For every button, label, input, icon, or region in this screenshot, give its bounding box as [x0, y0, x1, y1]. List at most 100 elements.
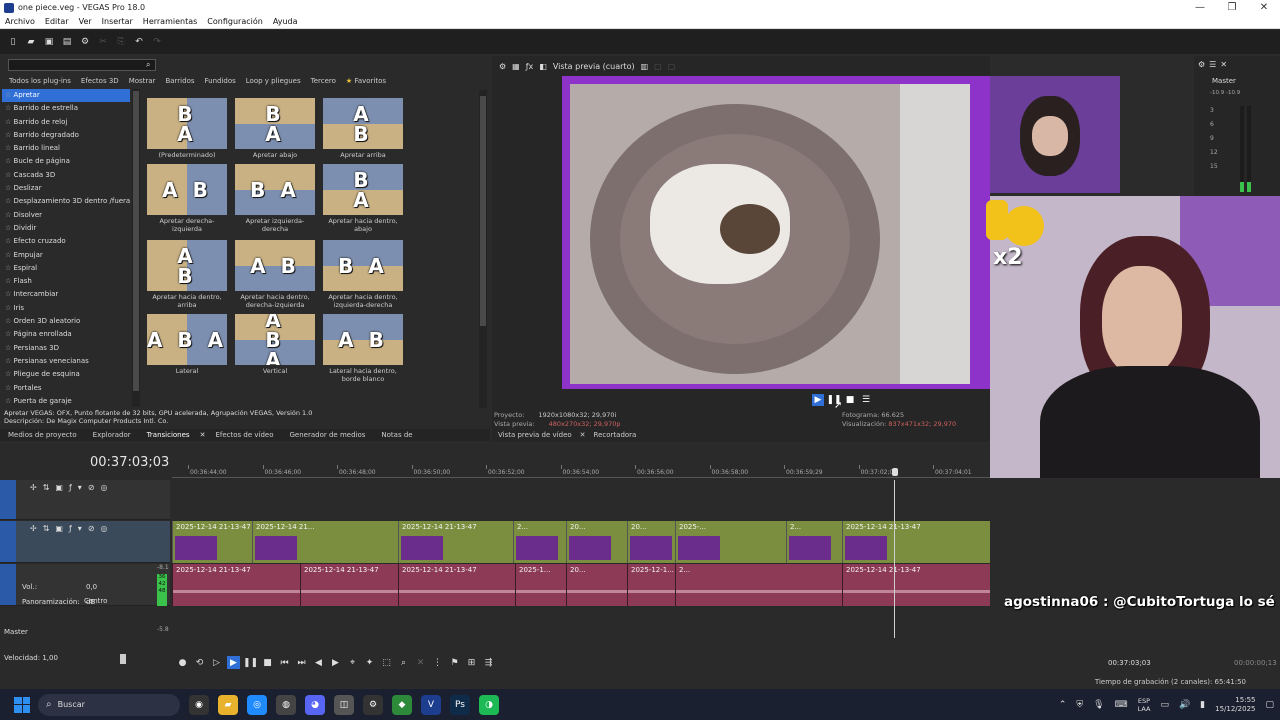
plugin-search-input[interactable]	[8, 59, 156, 71]
compositing-icon[interactable]: ⇅	[43, 483, 50, 492]
chevron-up-icon[interactable]: ⌃	[1059, 700, 1067, 710]
close-button[interactable]: ✕	[1248, 2, 1280, 13]
split-screen-icon[interactable]: ◧	[539, 62, 547, 71]
marker-icon[interactable]: ⚑	[448, 656, 461, 669]
next-frame-icon[interactable]: ▶	[329, 656, 342, 669]
tab-notes[interactable]: Notas de	[373, 431, 420, 439]
chrome-icon[interactable]: ◎	[247, 694, 267, 715]
motion-icon[interactable]: ✢	[30, 524, 37, 533]
pan-value[interactable]: Centro	[84, 594, 107, 609]
menu-herramientas[interactable]: Herramientas	[138, 17, 203, 26]
fx-icon[interactable]: ƒ	[69, 524, 72, 533]
transition-tree-item[interactable]: Barrido de reloj	[2, 116, 130, 129]
pause-icon[interactable]: ❚❚	[243, 656, 258, 669]
transition-tree-item[interactable]: Efecto cruzado	[2, 235, 130, 248]
bypass-icon[interactable]: ▣	[55, 483, 63, 492]
discord-icon[interactable]: ◕	[305, 694, 325, 715]
transition-preset[interactable]: A B Apretar derecha-izquierda	[146, 164, 228, 233]
photoshop-icon[interactable]: Ps	[450, 694, 470, 715]
open-folder-icon[interactable]: ▰	[25, 36, 37, 48]
close-icon[interactable]: ✕	[198, 431, 208, 439]
delete-icon[interactable]: ✕	[414, 656, 427, 669]
language-indicator[interactable]: ESP LAA	[1138, 697, 1151, 713]
transition-preset[interactable]: B A (Predeterminado)	[146, 98, 228, 159]
loop-icon[interactable]: ⟲	[193, 656, 206, 669]
obs-icon[interactable]: ◍	[276, 694, 296, 715]
tab-transitions[interactable]: Transiciones	[139, 431, 198, 439]
expand-icon[interactable]: ▾	[78, 483, 82, 492]
bypass-icon[interactable]: ▣	[55, 524, 63, 533]
video-clip[interactable]: 2...	[513, 521, 566, 563]
transition-tree-item[interactable]: Flash	[2, 275, 130, 288]
video-clip[interactable]: 2025-12-14 21...	[252, 521, 398, 563]
app-icon[interactable]: ◫	[334, 694, 354, 715]
snap-icon[interactable]: ⊞	[465, 656, 478, 669]
maximize-button[interactable]: ❐	[1216, 2, 1248, 13]
envelope-tool-icon[interactable]: ✦	[363, 656, 376, 669]
go-to-start-icon[interactable]: ⏮	[278, 656, 291, 669]
tree-scrollbar[interactable]	[132, 89, 140, 407]
transition-preset[interactable]: A B Apretar hacia dentro, arriba	[146, 240, 228, 309]
vegas-taskbar-icon[interactable]: V	[421, 694, 441, 715]
master-close-icon[interactable]: ✕	[1220, 60, 1227, 69]
windows-start-icon[interactable]	[14, 696, 30, 713]
compositing-icon[interactable]: ⇅	[43, 524, 50, 533]
video-clip[interactable]: 2025-12-14 21-13-47	[842, 521, 921, 563]
selection-tool-icon[interactable]: ⬚	[380, 656, 393, 669]
transition-tree-item[interactable]: Empujar	[2, 249, 130, 262]
transition-preset[interactable]: A B Lateral hacia dentro, borde blanco	[322, 314, 404, 383]
video-clip[interactable]: 2...	[786, 521, 842, 563]
copy-icon[interactable]: ⎘	[115, 36, 127, 48]
menu-ayuda[interactable]: Ayuda	[268, 17, 303, 26]
audio-clip[interactable]: 2025-12-14 21-13-47	[300, 564, 398, 606]
notifications-icon[interactable]: ▢	[1265, 700, 1274, 710]
category-tab-favorites[interactable]: Favoritos	[341, 77, 391, 85]
audio-clip[interactable]: 20...	[566, 564, 627, 606]
transition-tree-item[interactable]: Bucle de página	[2, 155, 130, 168]
speed-slider-knob[interactable]	[120, 654, 126, 664]
preview-device-icon[interactable]: ▦	[512, 62, 520, 71]
transition-tree-item[interactable]: Apretar	[2, 89, 130, 103]
file-explorer-icon[interactable]: ▰	[218, 694, 238, 715]
menu-insertar[interactable]: Insertar	[97, 17, 138, 26]
play-icon[interactable]: ▶	[812, 394, 824, 406]
play-icon[interactable]: ▶	[227, 656, 240, 669]
xbox-icon[interactable]: ◆	[392, 694, 412, 715]
transition-tree-item[interactable]: Persianas 3D	[2, 342, 130, 355]
menu-archivo[interactable]: Archivo	[0, 17, 40, 26]
presets-scrollbar[interactable]	[479, 90, 487, 408]
video-clip[interactable]: 20...	[627, 521, 675, 563]
transition-tree-item[interactable]: Iris	[2, 302, 130, 315]
transition-tree-item[interactable]: Puerta de garaje	[2, 395, 130, 407]
menu-ver[interactable]: Ver	[74, 17, 97, 26]
motion-icon[interactable]: ✢	[30, 483, 37, 492]
settings-icon[interactable]: ⚙	[363, 694, 383, 715]
transition-preset[interactable]: A B Apretar hacia dentro, derecha-izquier…	[234, 240, 316, 309]
menu-icon[interactable]: ☰	[860, 394, 872, 406]
audio-clip[interactable]: 2025-1...	[515, 564, 566, 606]
transition-preset[interactable]: A B A Vertical	[234, 314, 316, 375]
zoom-tool-icon[interactable]: ⌕	[397, 656, 410, 669]
microphone-icon[interactable]: 🎙	[1093, 700, 1104, 710]
transition-tree-item[interactable]: Intercambiar	[2, 288, 130, 301]
transition-tree-item[interactable]: Cascada 3D	[2, 169, 130, 182]
transition-preset[interactable]: B A Apretar izquierda-derecha	[234, 164, 316, 233]
video-clip[interactable]: 2025-...	[675, 521, 786, 563]
time-ruler[interactable]: 00:36:44;00 00:36:46;00 00:36:48;00 00:36:5…	[172, 464, 990, 478]
transition-tree-item[interactable]: Barrido degradado	[2, 129, 130, 142]
expand-icon[interactable]: ▾	[78, 524, 82, 533]
stop-icon[interactable]: ■	[261, 656, 274, 669]
close-icon[interactable]: ✕	[578, 431, 588, 439]
transition-tree-item[interactable]: Persianas venecianas	[2, 355, 130, 368]
solo-icon[interactable]: ◎	[101, 483, 108, 492]
audio-clip[interactable]: 2025-12-1...	[627, 564, 675, 606]
transition-tree-item[interactable]: Deslizar	[2, 182, 130, 195]
fx-icon[interactable]: ƒ	[69, 483, 72, 492]
transition-preset[interactable]: B A Apretar hacia dentro, abajo	[322, 164, 404, 233]
stop-icon[interactable]: ■	[844, 394, 856, 406]
redo-icon[interactable]: ↷	[151, 36, 163, 48]
save-snapshot-icon[interactable]: ▢	[668, 62, 676, 71]
transition-tree-item[interactable]: Portales	[2, 382, 130, 395]
audio-clip[interactable]: 2025-12-14 21-13-47	[172, 564, 300, 606]
settings-gear-icon[interactable]: ⚙	[79, 36, 91, 48]
